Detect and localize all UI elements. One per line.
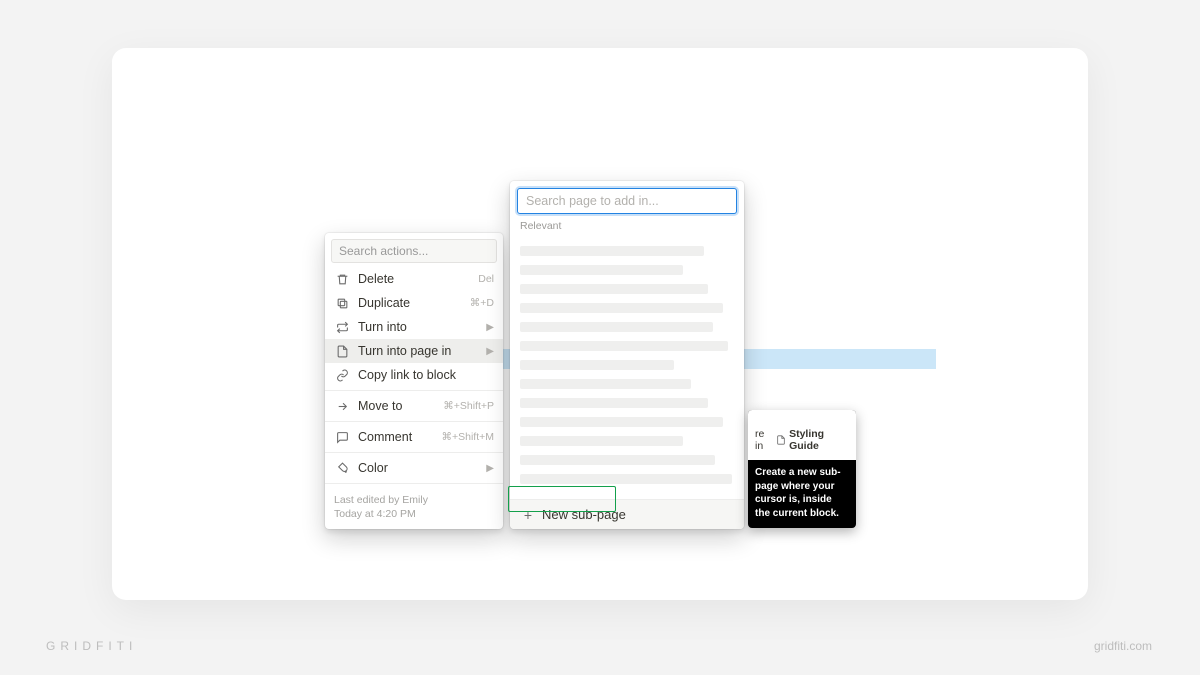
tooltip-body: Create a new sub-page where your cursor … xyxy=(748,460,856,528)
menu-divider xyxy=(325,483,503,484)
menu-item-color[interactable]: Color ▶ xyxy=(325,456,503,480)
plus-icon: + xyxy=(520,507,536,523)
menu-item-shortcut: ⌘+Shift+M xyxy=(441,431,494,443)
menu-item-label: Copy link to block xyxy=(358,368,494,382)
new-sub-page-tooltip: re in Styling Guide Create a new sub-pag… xyxy=(748,410,856,528)
last-edited-time: Today at 4:20 PM xyxy=(334,507,494,521)
menu-item-label: Comment xyxy=(358,430,435,444)
menu-footer-info: Last edited by Emily Today at 4:20 PM xyxy=(325,487,503,529)
chevron-right-icon: ▶ xyxy=(486,346,494,357)
menu-divider xyxy=(325,452,503,453)
search-actions-input[interactable]: Search actions... xyxy=(331,239,497,263)
link-icon xyxy=(334,367,350,383)
list-item[interactable] xyxy=(520,303,723,313)
list-item[interactable] xyxy=(520,417,723,427)
list-item[interactable] xyxy=(520,246,704,256)
list-item[interactable] xyxy=(520,341,728,351)
menu-divider xyxy=(325,421,503,422)
list-item[interactable] xyxy=(520,474,732,484)
new-sub-page-button[interactable]: + New sub-page xyxy=(510,499,744,529)
watermark-url: gridfiti.com xyxy=(1094,639,1152,653)
comment-icon xyxy=(334,429,350,445)
list-item[interactable] xyxy=(520,379,691,389)
tooltip-page-name: Styling Guide xyxy=(789,428,849,452)
menu-item-label: Duplicate xyxy=(358,296,464,310)
list-item[interactable] xyxy=(520,398,708,408)
menu-item-label: Delete xyxy=(358,272,472,286)
last-edited-by: Last edited by Emily xyxy=(334,493,494,507)
menu-item-copy-link[interactable]: Copy link to block xyxy=(325,363,503,387)
menu-item-shortcut: Del xyxy=(478,273,494,285)
chevron-right-icon: ▶ xyxy=(486,463,494,474)
page-icon xyxy=(334,343,350,359)
watermark-brand: GRIDFITI xyxy=(46,639,137,653)
menu-item-delete[interactable]: Delete Del xyxy=(325,267,503,291)
turn-into-icon xyxy=(334,319,350,335)
page-icon xyxy=(776,435,786,445)
relevant-pages-list xyxy=(510,246,744,499)
menu-item-label: Move to xyxy=(358,399,437,413)
menu-divider xyxy=(325,390,503,391)
menu-item-shortcut: ⌘+Shift+P xyxy=(443,400,494,412)
list-item[interactable] xyxy=(520,455,715,465)
menu-item-label: Turn into xyxy=(358,320,480,334)
turn-into-page-popover: Relevant + New sub-page xyxy=(510,181,744,529)
menu-item-duplicate[interactable]: Duplicate ⌘+D xyxy=(325,291,503,315)
menu-item-label: Turn into page in xyxy=(358,344,480,358)
page-search-input[interactable] xyxy=(517,188,737,214)
chevron-right-icon: ▶ xyxy=(486,322,494,333)
duplicate-icon xyxy=(334,295,350,311)
menu-item-shortcut: ⌘+D xyxy=(470,297,494,309)
menu-item-turn-into[interactable]: Turn into ▶ xyxy=(325,315,503,339)
list-item[interactable] xyxy=(520,436,683,446)
list-item[interactable] xyxy=(520,284,708,294)
relevant-section-label: Relevant xyxy=(510,218,744,237)
color-icon xyxy=(334,460,350,476)
tooltip-prefix: re in xyxy=(755,428,773,452)
app-card: Search actions... Delete Del Duplicate ⌘… xyxy=(112,48,1088,600)
list-item[interactable] xyxy=(520,360,674,370)
new-sub-page-label: New sub-page xyxy=(542,507,626,522)
list-item[interactable] xyxy=(520,265,683,275)
menu-item-turn-into-page-in[interactable]: Turn into page in ▶ xyxy=(325,339,503,363)
list-item[interactable] xyxy=(520,322,713,332)
block-actions-menu: Search actions... Delete Del Duplicate ⌘… xyxy=(325,233,503,529)
menu-item-move-to[interactable]: Move to ⌘+Shift+P xyxy=(325,394,503,418)
move-to-icon xyxy=(334,398,350,414)
menu-item-comment[interactable]: Comment ⌘+Shift+M xyxy=(325,425,503,449)
trash-icon xyxy=(334,271,350,287)
tooltip-header: re in Styling Guide xyxy=(748,410,856,460)
menu-item-label: Color xyxy=(358,461,480,475)
